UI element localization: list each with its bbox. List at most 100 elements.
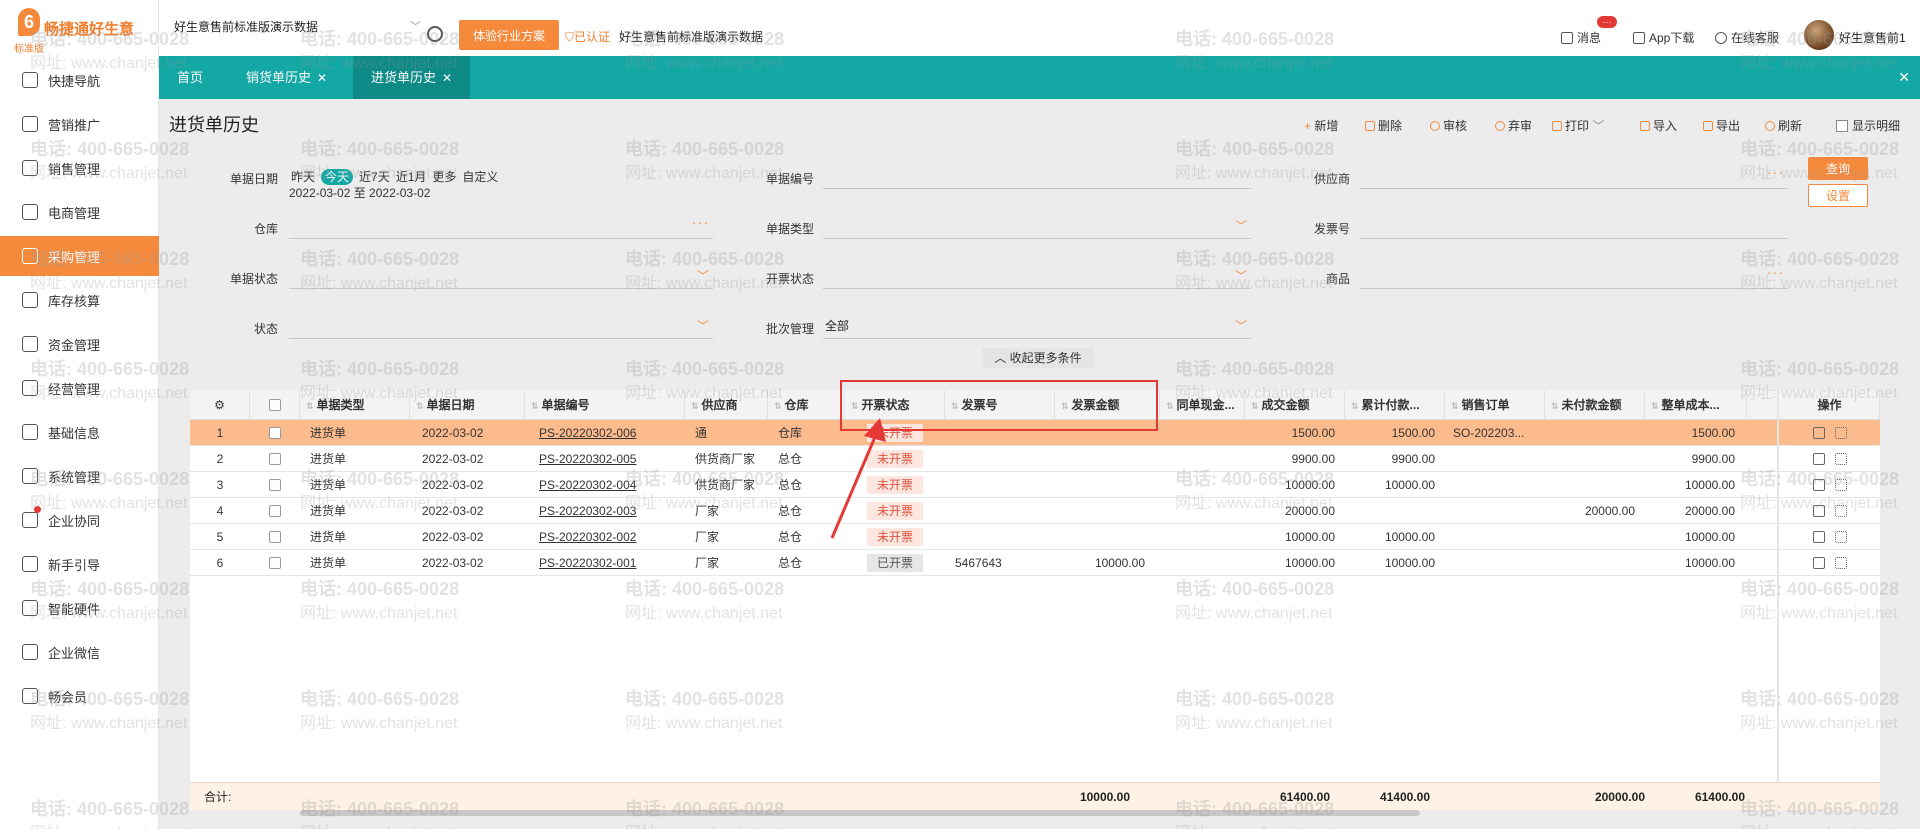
row-checkbox-cell[interactable] [250, 550, 300, 576]
quick-date-2[interactable]: 近7天 [359, 170, 390, 184]
close-all-tabs-icon[interactable]: ✕ [1898, 69, 1910, 86]
column-header-0[interactable]: ⇅ 单据类型 [300, 390, 410, 420]
show-detail-checkbox[interactable]: 显示明细 [1836, 117, 1900, 134]
doc-no-link[interactable]: PS-20220302-001 [539, 550, 679, 576]
sidebar-item-4[interactable]: 采购管理 [0, 236, 159, 276]
tab-purchase-history[interactable]: 进货单历史 ✕ [353, 56, 471, 99]
doc-no-link[interactable]: PS-20220302-003 [539, 498, 679, 524]
batch-select[interactable]: 全部 ﹀ [823, 313, 1251, 339]
messages-button[interactable]: 消息 [1561, 29, 1601, 46]
column-header-14[interactable]: 操作 [1780, 390, 1880, 420]
date-range-text[interactable]: 2022-03-02 至 2022-03-02 [289, 184, 430, 201]
sidebar-item-14[interactable]: 畅会员 [0, 676, 159, 716]
sidebar-item-12[interactable]: 智能硬件 [0, 588, 159, 628]
row-checkbox[interactable] [269, 427, 281, 439]
quick-date-3[interactable]: 近1月 [396, 170, 427, 184]
discard-approve-button[interactable]: 弃审 [1495, 117, 1532, 134]
column-header-3[interactable]: ⇅ 供应商 [685, 390, 768, 420]
column-settings-icon[interactable]: ⚙ [190, 390, 250, 420]
sidebar-item-5[interactable]: 库存核算 [0, 280, 159, 320]
sidebar-item-8[interactable]: 基础信息 [0, 412, 159, 452]
more-icon[interactable]: ··· [1767, 159, 1784, 185]
copy-icon[interactable] [1835, 453, 1847, 465]
print-button[interactable]: 打印 ﹀ [1552, 117, 1604, 134]
app-download-button[interactable]: App下载 [1633, 29, 1694, 46]
collapse-filters-button[interactable]: ︿ 收起更多条件 [982, 348, 1094, 368]
edit-icon[interactable] [1813, 505, 1825, 517]
row-checkbox-cell[interactable] [250, 524, 300, 550]
settings-button[interactable]: 设置 [1808, 184, 1868, 207]
refresh-button[interactable]: 刷新 [1765, 117, 1802, 134]
invoice-status-select[interactable]: ﹀ [823, 263, 1251, 289]
tab-sales-history[interactable]: 销货单历史 ✕ [228, 56, 345, 99]
sidebar-item-0[interactable]: 快捷导航 [0, 60, 159, 100]
sidebar-item-9[interactable]: 系统管理 [0, 456, 159, 496]
table-row[interactable]: 6 进货单 2022-03-02 PS-20220302-001 厂家 总仓 已开票 5467… [190, 550, 1880, 576]
doc-no-link[interactable]: PS-20220302-004 [539, 472, 679, 498]
export-button[interactable]: 导出 [1703, 117, 1740, 134]
sort-icon[interactable]: ⇅ [1651, 401, 1659, 411]
sort-icon[interactable]: ⇅ [1551, 401, 1559, 411]
trial-solution-button[interactable]: 体验行业方案 [459, 20, 559, 50]
edit-icon[interactable] [1813, 479, 1825, 491]
sort-icon[interactable]: ⇅ [306, 401, 314, 411]
quick-date-4[interactable]: 更多 [432, 170, 456, 184]
select-all-checkbox[interactable] [268, 399, 281, 411]
quick-date-5[interactable]: 自定义 [462, 170, 498, 184]
column-header-10[interactable]: ⇅ 累计付款... [1345, 390, 1445, 420]
more-icon[interactable]: ··· [1767, 259, 1784, 285]
supplier-input[interactable]: ··· [1360, 163, 1788, 189]
edit-icon[interactable] [1813, 531, 1825, 543]
query-button[interactable]: 查询 [1808, 157, 1868, 180]
copy-icon[interactable] [1835, 505, 1847, 517]
sort-icon[interactable]: ⇅ [774, 401, 782, 411]
sidebar-item-3[interactable]: 电商管理 [0, 192, 159, 232]
table-row[interactable]: 3 进货单 2022-03-02 PS-20220302-004 供货商厂家 总仓 未开票 1… [190, 472, 1880, 498]
column-header-9[interactable]: ⇅ 成交金额 [1245, 390, 1345, 420]
username[interactable]: 好生意售前1 [1839, 29, 1906, 46]
table-row[interactable]: 2 进货单 2022-03-02 PS-20220302-005 供货商厂家 总仓 未开票 9… [190, 446, 1880, 472]
quick-date-0[interactable]: 昨天 [291, 170, 315, 184]
status-select[interactable]: ﹀ [289, 313, 713, 339]
row-checkbox[interactable] [269, 505, 281, 517]
approve-button[interactable]: 审核 [1430, 117, 1467, 134]
sort-icon[interactable]: ⇅ [1166, 401, 1174, 411]
close-icon[interactable]: ✕ [442, 71, 452, 85]
column-header-1[interactable]: ⇅ 单据日期 [410, 390, 525, 420]
column-header-11[interactable]: ⇅ 销售订单 [1445, 390, 1545, 420]
table-row[interactable]: 4 进货单 2022-03-02 PS-20220302-003 厂家 总仓 未开票 2000… [190, 498, 1880, 524]
sidebar-item-10[interactable]: 企业协同 [0, 500, 159, 540]
row-checkbox[interactable] [269, 557, 281, 569]
column-header-13[interactable]: ⇅ 整单成本... [1645, 390, 1747, 420]
product-input[interactable]: ··· [1360, 263, 1788, 289]
row-checkbox-cell[interactable] [250, 420, 300, 446]
close-icon[interactable]: ✕ [317, 71, 327, 85]
doc-no-link[interactable]: PS-20220302-006 [539, 420, 679, 446]
row-checkbox[interactable] [269, 479, 281, 491]
checkbox[interactable] [1836, 120, 1848, 132]
edit-icon[interactable] [1813, 557, 1825, 569]
row-checkbox[interactable] [269, 531, 281, 543]
add-button[interactable]: + 新增 [1304, 117, 1338, 134]
doc-type-select[interactable]: ﹀ [823, 213, 1251, 239]
table-row[interactable]: 5 进货单 2022-03-02 PS-20220302-002 厂家 总仓 未开票 1000… [190, 524, 1880, 550]
import-button[interactable]: 导入 [1640, 117, 1677, 134]
row-checkbox-cell[interactable] [250, 472, 300, 498]
column-header-2[interactable]: ⇅ 单据编号 [525, 390, 685, 420]
sort-icon[interactable]: ⇅ [1251, 401, 1259, 411]
doc-status-select[interactable]: ﹀ [289, 263, 713, 289]
edit-icon[interactable] [1813, 427, 1825, 439]
sidebar-item-1[interactable]: 营销推广 [0, 104, 159, 144]
doc-no-link[interactable]: PS-20220302-005 [539, 446, 679, 472]
invoice-no-input[interactable] [1360, 213, 1788, 239]
row-checkbox-cell[interactable] [250, 446, 300, 472]
row-checkbox[interactable] [269, 453, 281, 465]
column-header-12[interactable]: ⇅ 未付款金额 [1545, 390, 1645, 420]
account-select[interactable]: 好生意售前标准版演示数据 ﹀ [174, 14, 429, 40]
sidebar-item-13[interactable]: 企业微信 [0, 632, 159, 672]
sort-icon[interactable]: ⇅ [1451, 401, 1459, 411]
sort-icon[interactable]: ⇅ [531, 401, 539, 411]
brand-logo[interactable]: 6 畅捷通好生意 标准版 [10, 6, 160, 55]
sidebar-item-6[interactable]: 资金管理 [0, 324, 159, 364]
copy-icon[interactable] [1835, 557, 1847, 569]
